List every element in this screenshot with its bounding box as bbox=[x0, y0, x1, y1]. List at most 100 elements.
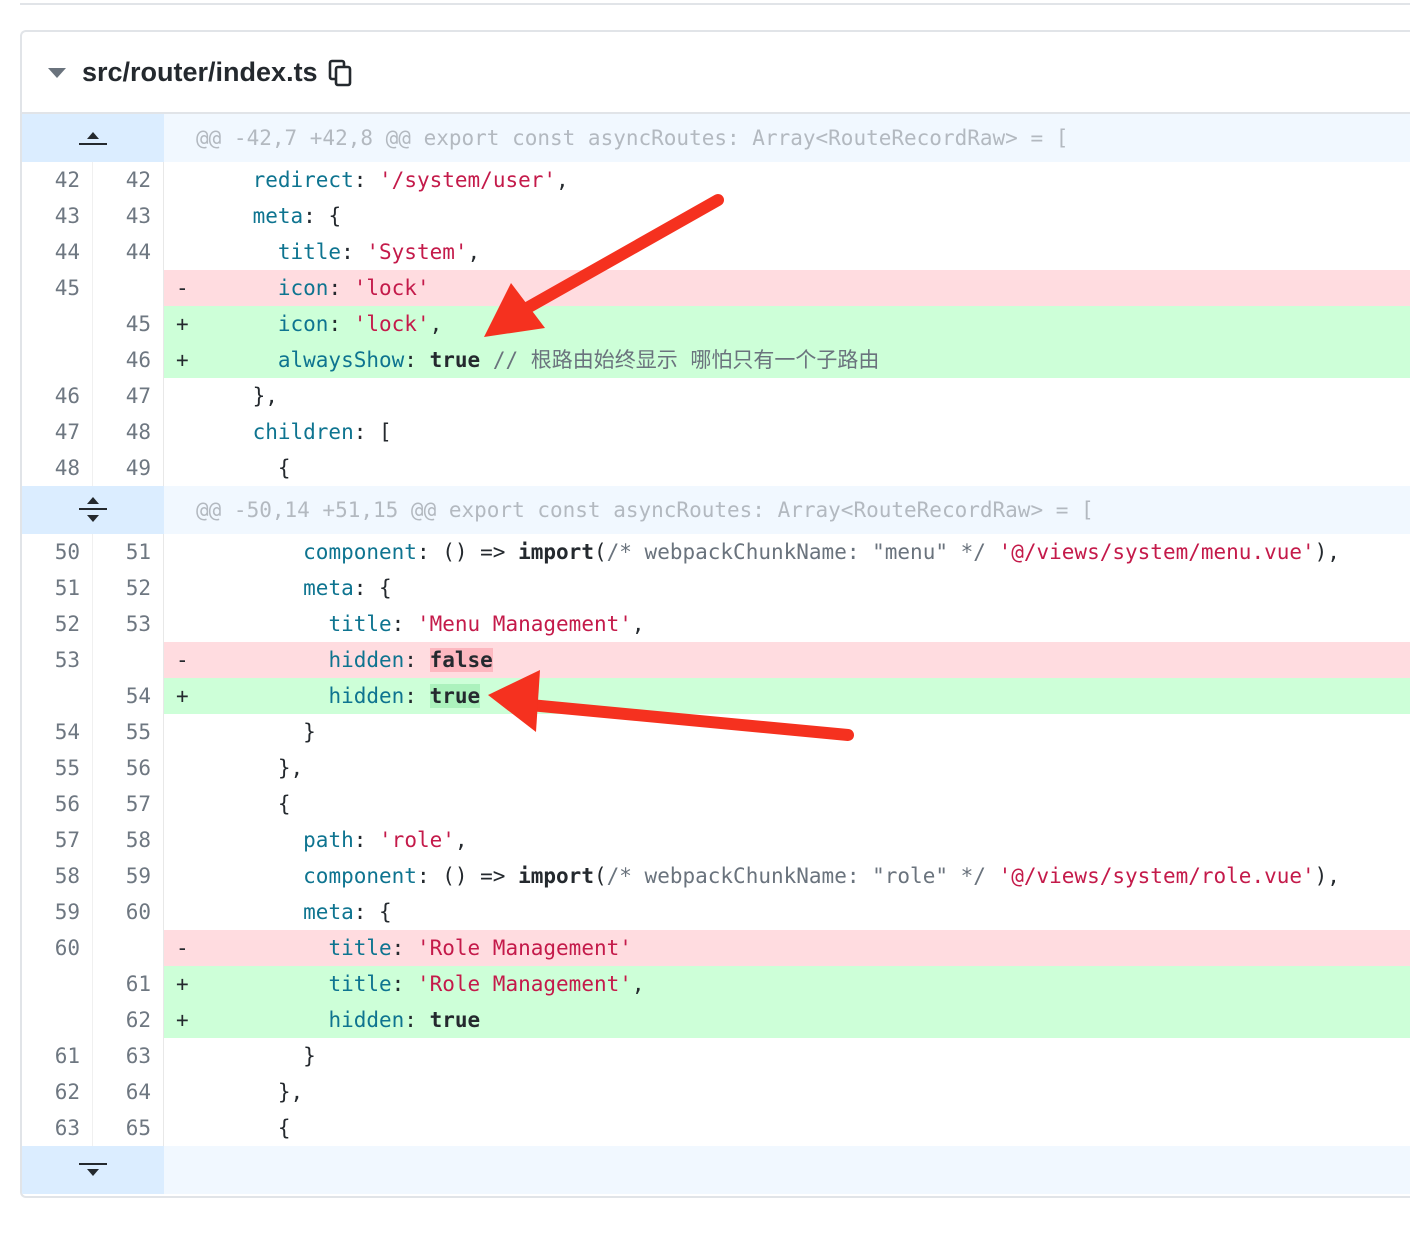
old-line-number[interactable]: 44 bbox=[22, 234, 93, 270]
new-line-number[interactable]: 44 bbox=[93, 234, 164, 270]
deleted-line: 45 - icon: 'lock' bbox=[22, 270, 1410, 306]
code-content: component: () => import(/* webpackChunkN… bbox=[164, 858, 1410, 894]
old-line-number[interactable]: 52 bbox=[22, 606, 93, 642]
new-line-number[interactable]: 64 bbox=[93, 1074, 164, 1110]
code-token: , bbox=[631, 972, 645, 996]
code-content: + hidden: true bbox=[164, 678, 1410, 714]
code-token: : () => bbox=[416, 540, 519, 564]
new-line-number[interactable]: 62 bbox=[93, 1002, 164, 1038]
old-line-number[interactable]: 42 bbox=[22, 162, 93, 198]
expand-up-button[interactable] bbox=[22, 114, 164, 162]
new-line-number[interactable]: 55 bbox=[93, 714, 164, 750]
new-line-number[interactable]: 46 bbox=[93, 342, 164, 378]
new-line-number[interactable]: 43 bbox=[93, 198, 164, 234]
code-token: : bbox=[404, 684, 430, 708]
new-line-number[interactable]: 49 bbox=[93, 450, 164, 486]
new-line-number[interactable]: 61 bbox=[93, 966, 164, 1002]
old-line-number[interactable]: 45 bbox=[22, 270, 93, 306]
old-line-number[interactable]: 63 bbox=[22, 1110, 93, 1146]
new-line-number[interactable] bbox=[93, 270, 164, 306]
code-token: title bbox=[328, 936, 392, 960]
old-line-number[interactable]: 46 bbox=[22, 378, 93, 414]
new-line-number[interactable]: 56 bbox=[93, 750, 164, 786]
old-line-number[interactable] bbox=[22, 1002, 93, 1038]
new-line-number[interactable]: 52 bbox=[93, 570, 164, 606]
old-line-number[interactable]: 43 bbox=[22, 198, 93, 234]
code-content: meta: { bbox=[164, 894, 1410, 930]
context-line: 58 59 component: () => import(/* webpackC… bbox=[22, 858, 1410, 894]
code-token: 'lock' bbox=[353, 312, 430, 336]
old-line-number[interactable]: 58 bbox=[22, 858, 93, 894]
old-line-number[interactable]: 51 bbox=[22, 570, 93, 606]
diff-marker bbox=[176, 534, 202, 570]
old-line-number[interactable]: 48 bbox=[22, 450, 93, 486]
new-line-number[interactable]: 42 bbox=[93, 162, 164, 198]
old-line-number[interactable]: 59 bbox=[22, 894, 93, 930]
new-line-number[interactable]: 57 bbox=[93, 786, 164, 822]
code-token: 'System' bbox=[366, 240, 468, 264]
old-line-number[interactable]: 54 bbox=[22, 714, 93, 750]
code-token: path bbox=[303, 828, 354, 852]
old-line-number[interactable]: 55 bbox=[22, 750, 93, 786]
code-content: children: [ bbox=[164, 414, 1410, 450]
old-line-number[interactable] bbox=[22, 966, 93, 1002]
new-line-number[interactable]: 54 bbox=[93, 678, 164, 714]
new-line-number[interactable]: 59 bbox=[93, 858, 164, 894]
old-line-number[interactable]: 47 bbox=[22, 414, 93, 450]
new-line-number[interactable]: 45 bbox=[93, 306, 164, 342]
new-line-number[interactable] bbox=[93, 642, 164, 678]
code-content: - hidden: false bbox=[164, 642, 1410, 678]
code-content: redirect: '/system/user', bbox=[164, 162, 1410, 198]
new-line-number[interactable] bbox=[93, 930, 164, 966]
code-token: title bbox=[328, 972, 392, 996]
old-line-number[interactable] bbox=[22, 678, 93, 714]
new-line-number[interactable]: 58 bbox=[93, 822, 164, 858]
code-token: true bbox=[429, 348, 481, 372]
context-line: 55 56 }, bbox=[22, 750, 1410, 786]
old-line-number[interactable] bbox=[22, 306, 93, 342]
code-token: : () => bbox=[416, 864, 519, 888]
new-line-number[interactable]: 65 bbox=[93, 1110, 164, 1146]
diff-marker bbox=[176, 198, 202, 234]
code-token: { bbox=[277, 456, 291, 480]
diff-body: @@ -42,7 +42,8 @@ export const asyncRout… bbox=[22, 114, 1410, 1194]
old-line-number[interactable]: 56 bbox=[22, 786, 93, 822]
diff-marker: + bbox=[176, 348, 189, 372]
added-line: 61 + title: 'Role Management', bbox=[22, 966, 1410, 1002]
old-line-number[interactable]: 61 bbox=[22, 1038, 93, 1074]
collapse-caret-icon[interactable] bbox=[48, 68, 66, 78]
new-line-number[interactable]: 51 bbox=[93, 534, 164, 570]
code-token: // 根路由始终显示 哪怕只有一个子路由 bbox=[480, 348, 880, 372]
expand-both-icon bbox=[79, 497, 107, 522]
deleted-line: 60 - title: 'Role Management' bbox=[22, 930, 1410, 966]
expand-both-button[interactable] bbox=[22, 486, 164, 534]
old-line-number[interactable]: 50 bbox=[22, 534, 93, 570]
old-line-number[interactable] bbox=[22, 342, 93, 378]
old-line-number[interactable]: 57 bbox=[22, 822, 93, 858]
code-token: : bbox=[404, 1008, 430, 1032]
copy-icon[interactable] bbox=[328, 59, 352, 92]
new-line-number[interactable]: 47 bbox=[93, 378, 164, 414]
new-line-number[interactable]: 53 bbox=[93, 606, 164, 642]
hunk-footer bbox=[22, 1146, 1410, 1194]
old-line-number[interactable]: 53 bbox=[22, 642, 93, 678]
old-line-number[interactable]: 62 bbox=[22, 1074, 93, 1110]
old-line-number[interactable]: 60 bbox=[22, 930, 93, 966]
new-line-number[interactable]: 63 bbox=[93, 1038, 164, 1074]
file-path[interactable]: src/router/index.ts bbox=[82, 57, 318, 88]
context-line: 42 42 redirect: '/system/user', bbox=[22, 162, 1410, 198]
expand-down-button[interactable] bbox=[22, 1146, 164, 1194]
code-token: : bbox=[404, 348, 430, 372]
new-line-number[interactable]: 48 bbox=[93, 414, 164, 450]
code-token: component bbox=[303, 864, 417, 888]
new-line-number[interactable]: 60 bbox=[93, 894, 164, 930]
hunk-header: @@ -42,7 +42,8 @@ export const asyncRout… bbox=[22, 114, 1410, 162]
